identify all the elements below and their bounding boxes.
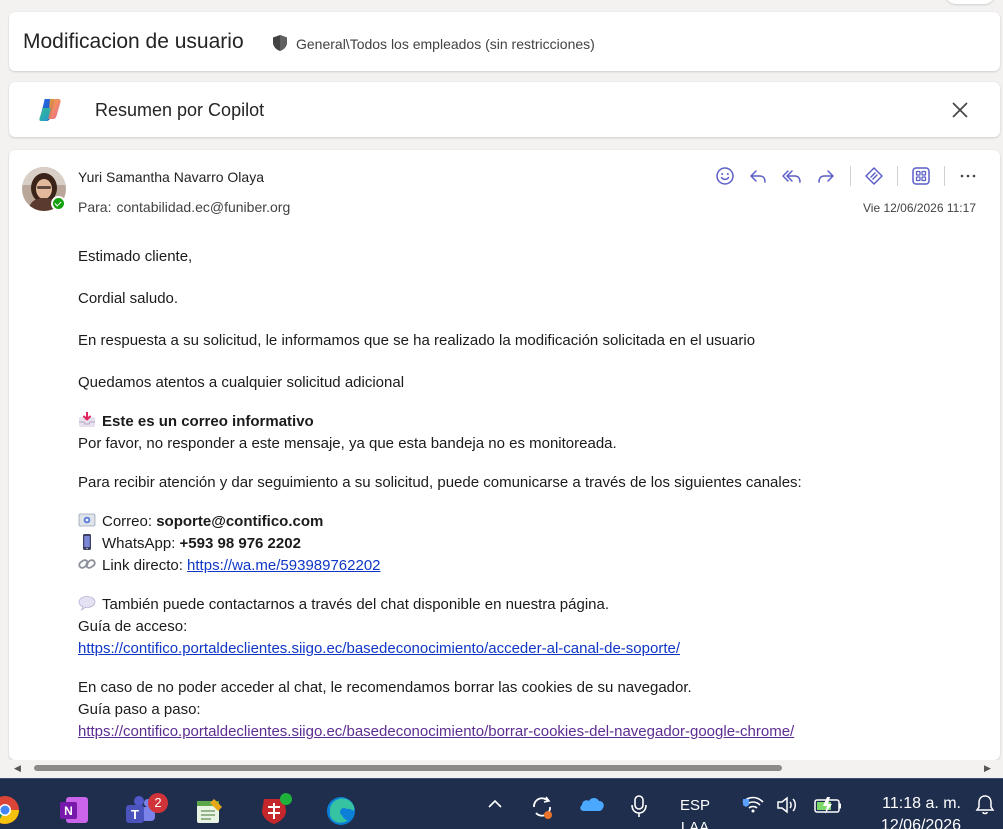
- shield-icon: [273, 35, 287, 51]
- inbox-tray-icon: [79, 412, 95, 427]
- sender-name[interactable]: Yuri Samantha Navarro Olaya: [78, 169, 264, 185]
- email-row: Correo: soporte@contifico.com: [78, 511, 958, 533]
- message-date: Vie 12/06/2026 11:17: [863, 201, 976, 215]
- divider: [850, 166, 851, 186]
- teams-badge: 2: [148, 793, 168, 813]
- step-label: Guía paso a paso:: [78, 701, 201, 718]
- loop-icon[interactable]: [862, 164, 886, 188]
- presence-available-icon: [51, 196, 66, 211]
- copilot-summary-bar[interactable]: Resumen por Copilot: [9, 82, 1000, 137]
- speech-bubble-icon: [78, 596, 96, 611]
- recipient-address[interactable]: contabilidad.ec@funiber.org: [116, 199, 290, 215]
- onedrive-icon[interactable]: [578, 793, 606, 822]
- top-strip: [0, 0, 1003, 8]
- recipients-row: Para: contabilidad.ec@funiber.org: [78, 199, 290, 215]
- svg-text:T: T: [131, 807, 139, 822]
- email-label: Correo:: [102, 513, 153, 530]
- whatsapp-value: +593 98 976 2202: [179, 535, 301, 552]
- close-icon[interactable]: [947, 97, 973, 123]
- wifi-icon[interactable]: [740, 793, 766, 822]
- cookies-text: En caso de no poder acceder al chat, le …: [78, 679, 692, 696]
- smile-icon[interactable]: [713, 164, 737, 188]
- copilot-title: Resumen por Copilot: [95, 100, 265, 120]
- sensitivity-label[interactable]: General\Todos los empleados (sin restric…: [296, 36, 595, 52]
- link-row: Link directo: https://wa.me/593989762202: [78, 555, 958, 577]
- info-title: Este es un correo informativo: [102, 413, 314, 430]
- taskbar: N T 2 ESP LAA 11:18 a. m. 12/06/2026: [0, 778, 1003, 829]
- scrollbar-thumb[interactable]: [34, 765, 782, 771]
- divider: [897, 166, 898, 186]
- clock-time: 11:18 a. m.: [882, 795, 961, 812]
- scroll-right-icon[interactable]: ▶: [984, 763, 991, 774]
- language-code: ESP: [680, 797, 711, 814]
- horizontal-scrollbar[interactable]: ◀ ▶: [0, 760, 1003, 776]
- cookies-guide-link[interactable]: https://contifico.portaldeclientes.siigo…: [78, 723, 794, 740]
- email-icon: [78, 513, 96, 527]
- clock[interactable]: 11:18 a. m. 12/06/2026: [881, 793, 961, 829]
- security-app-icon[interactable]: [258, 793, 292, 827]
- whatsapp-row: WhatsApp: +593 98 976 2202: [78, 533, 958, 555]
- notification-icon[interactable]: [974, 793, 996, 822]
- volume-icon[interactable]: [775, 793, 801, 822]
- svg-text:N: N: [64, 804, 73, 818]
- phone-icon: [83, 534, 91, 550]
- chat-text: También puede contactarnos a través del …: [102, 596, 610, 613]
- salutation: Cordial saludo.: [78, 290, 179, 307]
- greeting: Estimado cliente,: [78, 248, 193, 265]
- scroll-left-icon[interactable]: ◀: [14, 763, 21, 774]
- link-label: Link directo:: [102, 557, 183, 574]
- apps-icon[interactable]: [909, 164, 933, 188]
- keyboard-layout: LAA: [680, 819, 710, 829]
- edge-icon[interactable]: [324, 793, 358, 827]
- chat-row: También puede contactarnos a través del …: [78, 594, 958, 616]
- chrome-icon[interactable]: [0, 793, 22, 827]
- chevron-up-icon[interactable]: [484, 793, 506, 820]
- message-pane: Yuri Samantha Navarro Olaya Para: contabi…: [9, 150, 1000, 760]
- forward-icon[interactable]: [814, 164, 838, 188]
- reply-all-icon[interactable]: [780, 164, 804, 188]
- body-paragraph: Quedamos atentos a cualquier solicitud a…: [78, 374, 405, 391]
- message-body: Estimado cliente, Cordial saludo. En res…: [78, 246, 958, 743]
- sync-icon[interactable]: [528, 793, 556, 826]
- microphone-icon[interactable]: [628, 793, 650, 824]
- copilot-icon: [39, 99, 61, 121]
- info-title-row: Este es un correo informativo: [78, 411, 958, 433]
- email-value: soporte@contifico.com: [156, 513, 324, 530]
- whatsapp-label: WhatsApp:: [102, 535, 176, 552]
- clock-date: 12/06/2026: [880, 817, 961, 829]
- info-text: Por favor, no responder a este mensaje, …: [78, 435, 617, 452]
- reply-icon[interactable]: [746, 164, 770, 188]
- top-right-control[interactable]: [945, 0, 995, 4]
- guide-label: Guía de acceso:: [78, 618, 188, 635]
- notepad-icon[interactable]: [192, 793, 226, 827]
- link-icon: [78, 559, 96, 569]
- to-label: Para:: [78, 199, 112, 215]
- channels-intro: Para recibir atención y dar seguimiento …: [78, 474, 802, 491]
- onenote-icon[interactable]: N: [58, 793, 92, 827]
- subject-title: Modificacion de usuario: [23, 30, 244, 53]
- divider: [944, 166, 945, 186]
- whatsapp-link[interactable]: https://wa.me/593989762202: [187, 557, 380, 574]
- more-icon[interactable]: [956, 164, 980, 188]
- guide-link[interactable]: https://contifico.portaldeclientes.siigo…: [78, 640, 680, 657]
- battery-icon[interactable]: [812, 793, 844, 822]
- language-indicator[interactable]: ESP LAA: [680, 795, 710, 829]
- subject-header: Modificacion de usuario General\Todos lo…: [9, 12, 1000, 71]
- body-paragraph: En respuesta a su solicitud, le informam…: [78, 332, 756, 349]
